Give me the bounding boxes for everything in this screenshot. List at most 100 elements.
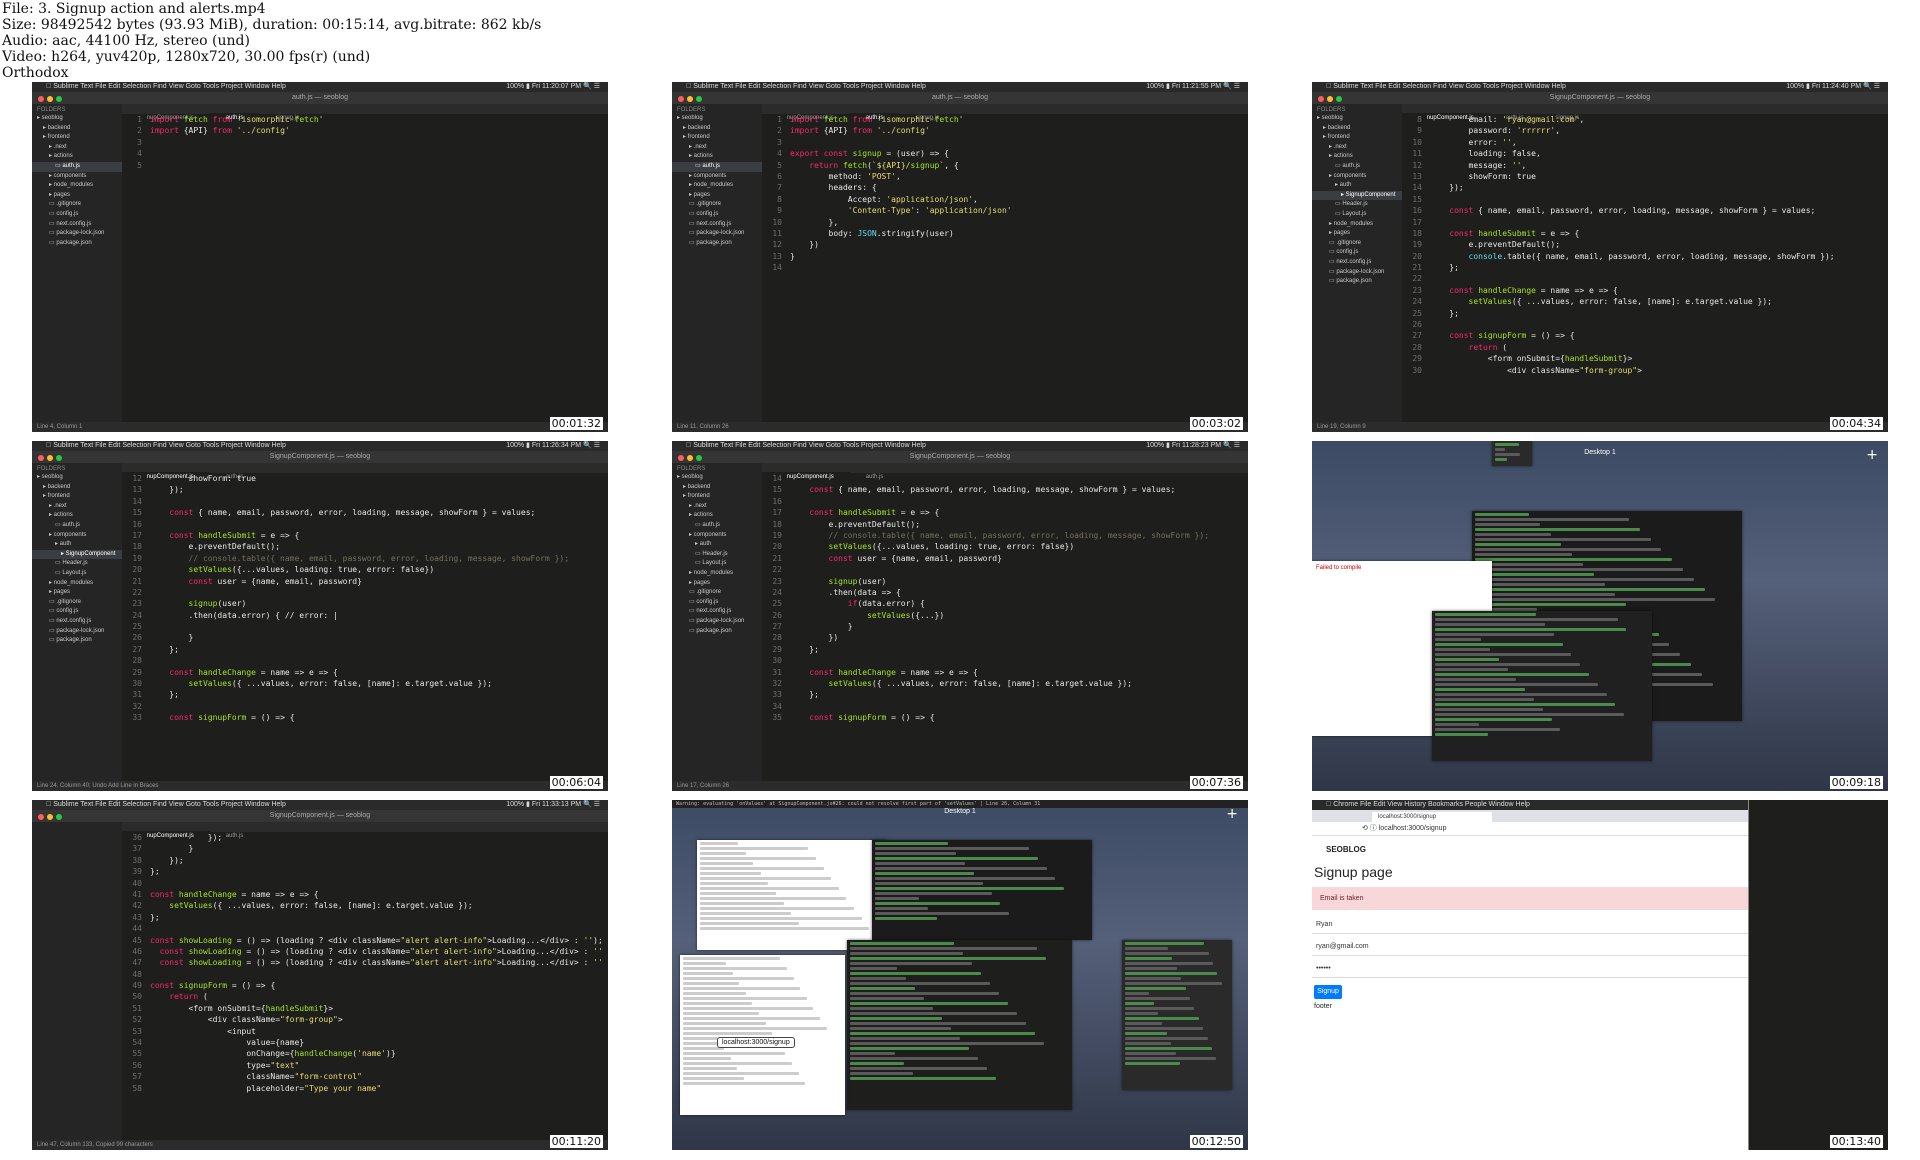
code-area[interactable]: import fetch from 'isomorphic-fetch' impo… <box>150 114 604 422</box>
folder-item[interactable]: ▸ pages <box>672 579 762 589</box>
folder-item[interactable]: ▸ backend <box>32 124 122 134</box>
traffic-light-icon[interactable] <box>696 96 702 102</box>
menubar-items[interactable]:  Sublime Text File Edit Selection Find … <box>686 83 926 90</box>
code-area[interactable]: email: 'ryan@gmail.com', password: 'rrrr… <box>1430 114 1884 422</box>
folder-item[interactable]: ▭ package.json <box>672 627 762 637</box>
traffic-light-icon[interactable] <box>1327 96 1333 102</box>
folder-item[interactable]: ▸ backend <box>1312 124 1402 134</box>
folder-item[interactable]: ▸ SignupComponent <box>32 549 122 560</box>
menubar-items[interactable]:  Sublime Text File Edit Selection Find … <box>686 442 926 449</box>
folder-item[interactable]: ▭ next.config.js <box>32 220 122 230</box>
folder-item[interactable]: ▭ auth.js <box>32 161 122 172</box>
folder-item[interactable]: ▭ package-lock.json <box>32 229 122 239</box>
folder-item[interactable]: ▸ SignupComponent <box>1312 190 1402 201</box>
traffic-light-icon[interactable] <box>687 96 693 102</box>
folder-item[interactable]: ▭ package.json <box>672 239 762 249</box>
add-desktop-button[interactable]: + <box>1226 806 1238 822</box>
code-area[interactable]: const { name, email, password, error, lo… <box>790 473 1244 781</box>
folder-item[interactable]: ▭ package-lock.json <box>672 617 762 627</box>
folder-item[interactable]: ▭ next.config.js <box>672 220 762 230</box>
folder-item[interactable]: ▸ seoblog <box>672 473 762 483</box>
folder-item[interactable]: ▸ components <box>32 172 122 182</box>
folder-item[interactable]: ▭ Layout.js <box>32 569 122 579</box>
browser-tab[interactable]: localhost:3000/signup <box>1372 812 1492 822</box>
folder-item[interactable]: ▭ config.js <box>32 210 122 220</box>
traffic-light-icon[interactable] <box>56 455 62 461</box>
folder-item[interactable]: ▭ next.config.js <box>1312 258 1402 268</box>
folder-item[interactable]: ▭ package-lock.json <box>1312 268 1402 278</box>
signup-button[interactable]: Signup <box>1314 985 1342 999</box>
folder-item[interactable]: ▭ .gitignore <box>672 200 762 210</box>
folder-item[interactable]: ▭ auth.js <box>1312 162 1402 172</box>
folder-item[interactable]: ▸ actions <box>32 511 122 521</box>
folder-item[interactable]: ▭ Layout.js <box>1312 210 1402 220</box>
site-brand[interactable]: SEOBLOG <box>1326 845 1366 854</box>
folder-item[interactable]: ▸ .next <box>672 502 762 512</box>
add-desktop-button[interactable]: + <box>1866 447 1878 463</box>
folder-item[interactable]: ▸ node_modules <box>32 579 122 589</box>
folder-item[interactable]: ▸ node_modules <box>1312 220 1402 230</box>
folder-item[interactable]: ▸ actions <box>672 152 762 162</box>
folder-item[interactable]: ▭ Header.js <box>672 550 762 560</box>
folder-item[interactable]: ▭ auth.js <box>32 521 122 531</box>
traffic-light-icon[interactable] <box>38 96 44 102</box>
folder-item[interactable]: ▸ components <box>1312 172 1402 182</box>
app-window-preview[interactable] <box>1432 611 1652 761</box>
folder-item[interactable]: ▭ package.json <box>1312 277 1402 287</box>
traffic-light-icon[interactable] <box>47 96 53 102</box>
app-window-preview[interactable] <box>697 840 887 950</box>
folder-item[interactable]: ▭ Header.js <box>1312 200 1402 210</box>
folder-item[interactable]: ▸ .next <box>672 143 762 153</box>
folder-item[interactable]: ▭ package.json <box>32 636 122 646</box>
folder-item[interactable]: ▸ frontend <box>1312 133 1402 143</box>
folder-item[interactable]: ▸ backend <box>672 483 762 493</box>
folder-item[interactable]: ▭ config.js <box>672 598 762 608</box>
traffic-light-icon[interactable] <box>1336 96 1342 102</box>
folder-item[interactable]: ▸ .next <box>32 502 122 512</box>
folder-item[interactable]: ▭ config.js <box>32 607 122 617</box>
folder-item[interactable]: ▸ actions <box>1312 152 1402 162</box>
menubar-items[interactable]:  Chrome File Edit View History Bookmark… <box>1326 801 1530 808</box>
traffic-light-icon[interactable] <box>38 814 44 820</box>
folder-item[interactable]: ▸ frontend <box>32 133 122 143</box>
folder-item[interactable]: ▭ .gitignore <box>32 200 122 210</box>
traffic-light-icon[interactable] <box>47 814 53 820</box>
folder-item[interactable]: ▸ frontend <box>672 133 762 143</box>
folder-item[interactable]: ▸ seoblog <box>1312 114 1402 124</box>
folder-item[interactable]: ▭ Layout.js <box>672 559 762 569</box>
folder-item[interactable]: ▭ config.js <box>672 210 762 220</box>
folder-item[interactable]: ▸ backend <box>32 483 122 493</box>
traffic-light-icon[interactable] <box>47 455 53 461</box>
folder-item[interactable]: ▸ components <box>32 531 122 541</box>
traffic-light-icon[interactable] <box>1318 96 1324 102</box>
folder-item[interactable]: ▸ .next <box>32 143 122 153</box>
folder-item[interactable]: ▸ auth <box>1312 181 1402 191</box>
menubar-items[interactable]:  Sublime Text File Edit Selection Find … <box>46 83 286 90</box>
folder-item[interactable]: ▸ actions <box>672 511 762 521</box>
folder-item[interactable]: ▭ package-lock.json <box>32 627 122 637</box>
folder-item[interactable]: ▸ frontend <box>672 492 762 502</box>
folder-item[interactable]: ▭ next.config.js <box>672 607 762 617</box>
folder-item[interactable]: ▭ package-lock.json <box>672 229 762 239</box>
folder-item[interactable]: ▸ node_modules <box>672 569 762 579</box>
folder-item[interactable]: ▸ seoblog <box>672 114 762 124</box>
app-window-preview[interactable] <box>680 955 845 1115</box>
folder-item[interactable]: ▸ node_modules <box>672 181 762 191</box>
traffic-light-icon[interactable] <box>56 96 62 102</box>
traffic-light-icon[interactable] <box>687 455 693 461</box>
traffic-light-icon[interactable] <box>38 455 44 461</box>
menubar-items[interactable]:  Sublime Text File Edit Selection Find … <box>46 442 286 449</box>
app-window-preview[interactable] <box>872 840 1092 940</box>
code-area[interactable]: import fetch from 'isomorphic-fetch' impo… <box>790 114 1244 422</box>
folder-item[interactable]: ▸ pages <box>32 191 122 201</box>
traffic-light-icon[interactable] <box>696 455 702 461</box>
folder-item[interactable]: ▭ auth.js <box>672 521 762 531</box>
app-window-preview[interactable] <box>1492 441 1532 466</box>
traffic-light-icon[interactable] <box>56 814 62 820</box>
folder-item[interactable]: ▭ config.js <box>1312 248 1402 258</box>
folder-item[interactable]: ▭ package.json <box>32 239 122 249</box>
folder-item[interactable]: ▸ components <box>672 531 762 541</box>
folder-item[interactable]: ▸ backend <box>672 124 762 134</box>
folder-item[interactable]: ▸ auth <box>672 540 762 550</box>
folder-item[interactable]: ▭ Header.js <box>32 559 122 569</box>
